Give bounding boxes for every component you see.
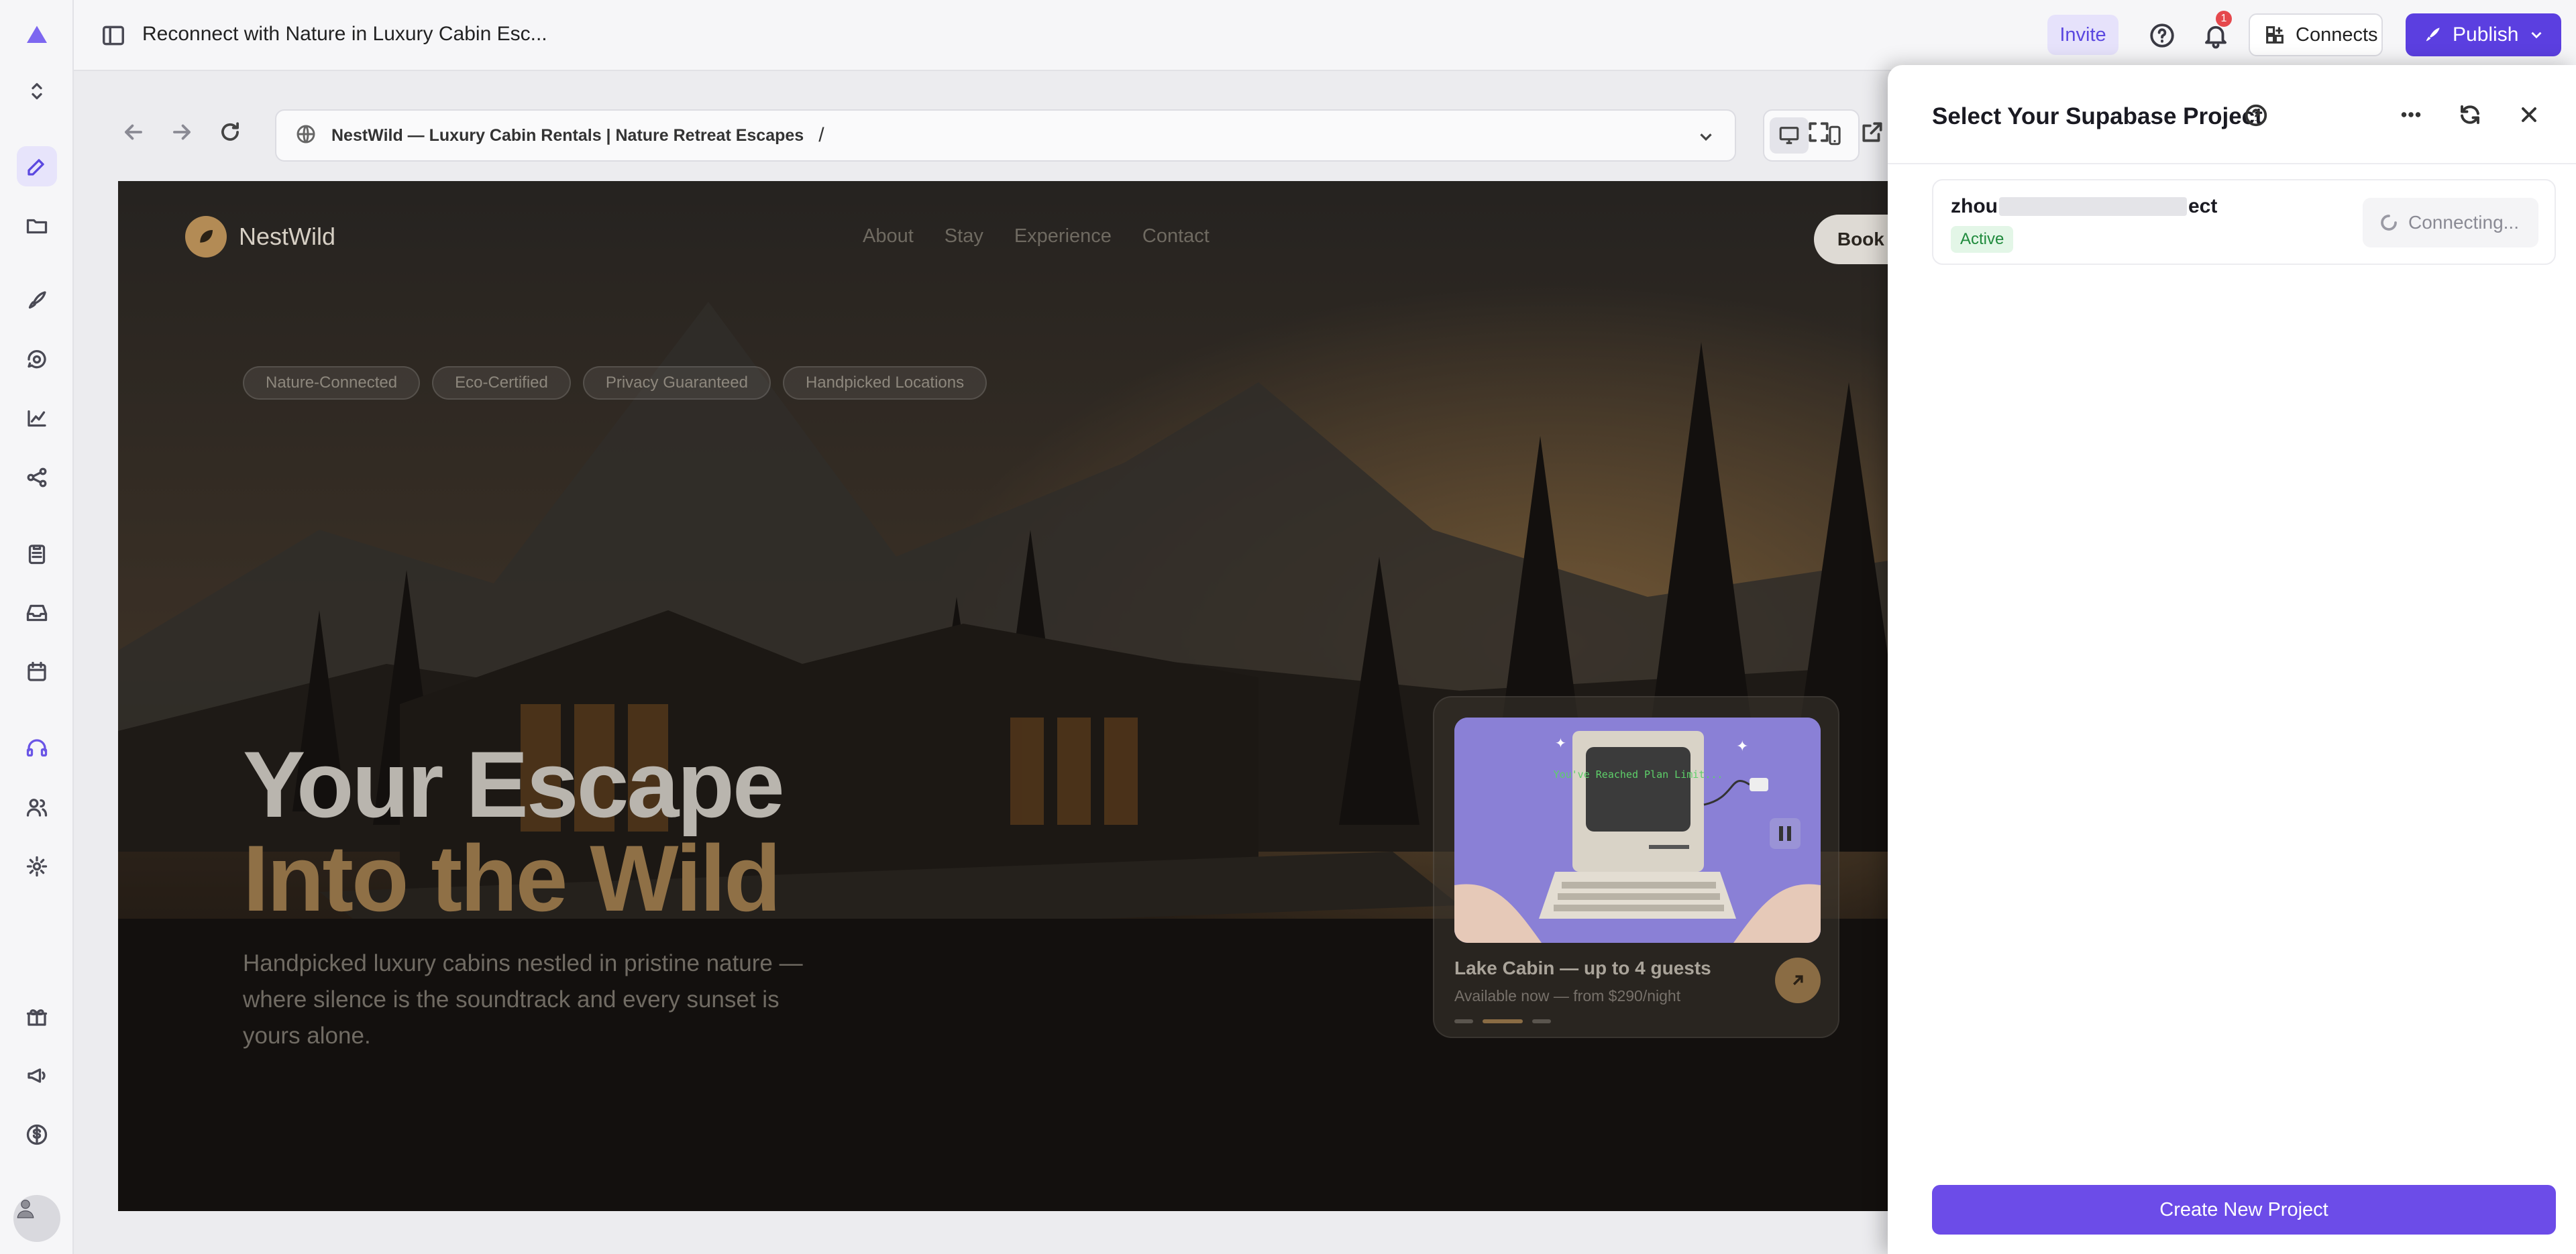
svg-text:✦: ✦ [1736,738,1748,754]
project-status-badge: Active [1951,226,2014,253]
tag-nature-connected: Nature-Connected [243,366,421,400]
support-headset-icon[interactable] [17,728,57,768]
back-arrow-icon[interactable] [121,119,146,145]
analytics-icon[interactable] [17,398,57,439]
rocket-icon[interactable] [17,280,57,321]
cabin-card-arrow-icon[interactable] [1775,958,1821,1003]
project-name-start: zhou [1951,195,1998,217]
expand-collapse-icon[interactable] [17,71,57,111]
publish-button[interactable]: Publish [2406,13,2561,56]
tag-handpicked-locations: Handpicked Locations [782,366,987,400]
connecting-button[interactable]: Connecting... [2363,198,2538,247]
share-icon[interactable] [17,457,57,498]
project-name-redacted [1998,197,2187,216]
panel-help-icon[interactable] [2243,103,2269,131]
settings-gear-icon[interactable] [17,846,57,887]
hero-subheadline: Handpicked luxury cabins nestled in pris… [243,950,803,1049]
brand-name: NestWild [239,223,336,250]
supabase-project-panel: Select Your Supabase Project zhou ect Ac… [1888,65,2576,1254]
cabin-card-screen-text: You've Reached Plan Limit... [1554,768,1723,781]
calendar-icon[interactable] [17,652,57,692]
carousel-dots [1454,1019,1551,1023]
toggle-sidebar-icon[interactable] [101,23,126,48]
site-brand[interactable]: NestWild [185,216,335,258]
connecting-label: Connecting... [2408,212,2519,233]
chevron-down-icon[interactable] [2528,26,2545,44]
project-name-end: ect [2188,195,2218,217]
cabin-card-image: You've Reached Plan Limit... ✦ ✦ [1454,718,1821,943]
left-rail [0,0,74,1254]
megaphone-icon[interactable] [17,1056,57,1096]
tag-privacy-guaranteed: Privacy Guaranteed [582,366,771,400]
reload-icon[interactable] [217,119,243,145]
nav-link-experience[interactable]: Experience [1014,225,1112,247]
project-row[interactable]: zhou ect Active Connecting... [1932,179,2556,265]
nav-link-about[interactable]: About [863,225,914,247]
feature-tags: Nature-Connected Eco-Certified Privacy G… [243,366,987,400]
rocket-publish-icon [2426,27,2440,42]
featured-cabin-card[interactable]: You've Reached Plan Limit... ✦ ✦ Lake Ca… [1433,696,1839,1038]
fullscreen-icon[interactable] [1806,119,1831,145]
leaf-logo-icon [185,216,227,258]
connects-grid-icon [2266,26,2284,44]
carousel-dot[interactable] [1454,1019,1473,1023]
notification-badge: 1 [2216,11,2232,27]
address-bar[interactable]: NestWild — Luxury Cabin Rentals | Nature… [275,109,1736,162]
search-chat-icon[interactable] [17,339,57,380]
globe-icon [295,123,317,148]
connects-label: Connects [2296,23,2378,46]
more-options-icon[interactable] [2396,100,2426,129]
user-avatar[interactable] [13,1195,60,1242]
desktop-view-icon[interactable] [1770,117,1809,154]
panel-header: Select Your Supabase Project [1888,65,2576,164]
site-preview: NestWild About Stay Experience Contact B… [118,181,1916,1211]
headline-line-2: Into the Wild [243,825,782,931]
publish-label: Publish [2453,23,2519,46]
close-icon[interactable] [2514,100,2544,129]
help-icon[interactable] [2148,21,2176,50]
cabin-card-subtitle: Available now — from $290/night [1454,987,1681,1005]
hero-headline: Your Escape Into the Wild [243,732,785,931]
spinner-icon [2381,215,2397,231]
headline-line-1: Your Escape [243,732,785,837]
carousel-dot-active[interactable] [1483,1019,1523,1023]
refresh-icon[interactable] [2455,100,2485,129]
project-title: Reconnect with Nature in Luxury Cabin Es… [142,23,547,45]
address-dropdown-icon[interactable] [1696,127,1716,150]
clipboard-icon[interactable] [17,534,57,574]
connects-button[interactable]: Connects [2249,13,2383,56]
inbox-icon[interactable] [17,593,57,633]
address-path: / [818,124,824,146]
invite-button[interactable]: Invite [2047,15,2118,55]
forward-arrow-icon[interactable] [169,119,195,145]
address-title: NestWild — Luxury Cabin Rentals | Nature… [331,125,804,145]
folder-icon[interactable] [17,205,57,245]
nav-link-stay[interactable]: Stay [945,225,983,247]
billing-dollar-icon[interactable] [17,1115,57,1155]
nav-link-contact[interactable]: Contact [1142,225,1210,247]
app-root: Reconnect with Nature in Luxury Cabin Es… [0,0,2576,1254]
carousel-dot[interactable] [1532,1019,1551,1023]
users-icon[interactable] [17,787,57,828]
svg-text:✦: ✦ [1555,736,1566,751]
cabin-card-title: Lake Cabin — up to 4 guests [1454,958,1711,978]
panel-title: Select Your Supabase Project [1932,103,2263,129]
tag-eco-certified: Eco-Certified [432,366,571,400]
gift-icon[interactable] [17,996,57,1037]
app-logo-icon[interactable] [17,15,57,55]
top-bar: Reconnect with Nature in Luxury Cabin Es… [74,0,2576,71]
open-external-icon[interactable] [1860,119,1885,145]
editor-icon[interactable] [17,146,57,186]
site-nav-links: About Stay Experience Contact [863,225,1210,247]
project-name: zhou ect [1951,195,2217,218]
site-nav: NestWild About Stay Experience Contact B… [185,215,1916,264]
create-new-project-button[interactable]: Create New Project [1932,1185,2556,1235]
